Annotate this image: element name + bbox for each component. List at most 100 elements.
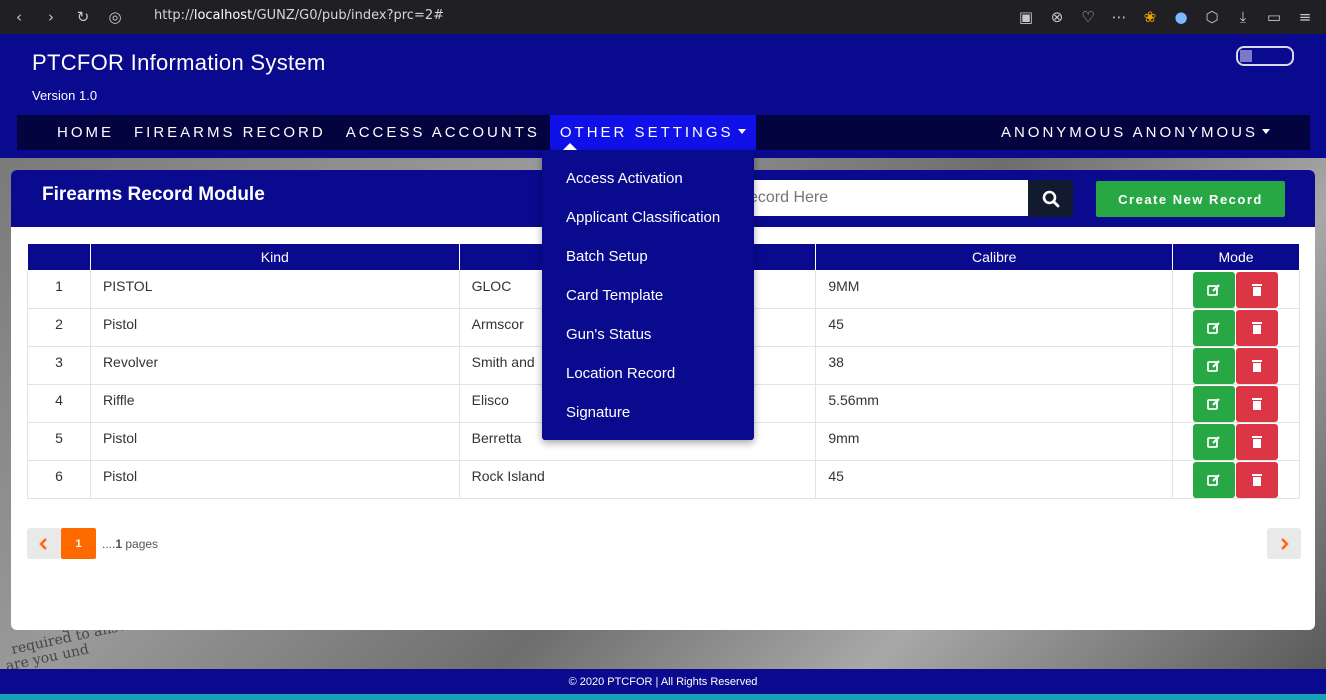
cell-number: 1 <box>27 269 91 309</box>
chevron-left-icon <box>39 537 47 550</box>
menu-item-access-activation[interactable]: Access Activation <box>566 170 683 187</box>
trash-icon <box>1252 474 1263 486</box>
cell-calibre: 9mm <box>815 421 1174 461</box>
cell-number: 5 <box>27 421 91 461</box>
create-new-record-button[interactable]: Create New Record <box>1096 181 1285 217</box>
cube-icon[interactable]: ⬡ <box>1201 6 1223 28</box>
url-scheme: http:// <box>154 8 194 23</box>
nav-other-settings[interactable]: OTHER SETTINGS <box>549 115 756 150</box>
more-icon[interactable]: ⋯ <box>1108 6 1130 28</box>
cell-number: 4 <box>27 383 91 423</box>
cell-mode <box>1172 421 1300 461</box>
edit-icon <box>1207 321 1220 334</box>
trash-icon <box>1252 284 1263 296</box>
nav-access-accounts[interactable]: ACCESS ACCOUNTS <box>336 115 550 150</box>
column-header-mode: Mode <box>1172 244 1300 271</box>
cell-kind: Riffle <box>89 383 460 423</box>
menu-item-applicant-classification[interactable]: Applicant Classification <box>566 209 720 226</box>
cell-number: 2 <box>27 307 91 347</box>
download-icon[interactable]: ⤓ <box>1232 6 1254 28</box>
palette-icon[interactable]: ● <box>1170 6 1192 28</box>
delete-button[interactable] <box>1236 271 1279 308</box>
cell-calibre: 45 <box>815 459 1174 499</box>
edit-icon <box>1207 397 1220 410</box>
module-title: Firearms Record Module <box>42 184 265 205</box>
menu-item-batch-setup[interactable]: Batch Setup <box>566 248 648 265</box>
app-title: PTCFOR Information System <box>32 50 326 75</box>
cell-mode <box>1172 269 1300 309</box>
heart-icon[interactable]: ♡ <box>1077 6 1099 28</box>
edit-button[interactable] <box>1193 423 1236 460</box>
trash-icon <box>1252 360 1263 372</box>
trash-icon <box>1252 398 1263 410</box>
edit-button[interactable] <box>1193 309 1236 346</box>
column-header-kind: Kind <box>89 244 460 271</box>
edit-button[interactable] <box>1193 347 1236 384</box>
edit-icon <box>1207 283 1220 296</box>
cell-number: 3 <box>27 345 91 385</box>
trash-icon <box>1252 436 1263 448</box>
edit-button[interactable] <box>1193 385 1236 422</box>
delete-button[interactable] <box>1236 347 1279 384</box>
search-button[interactable] <box>1028 180 1073 217</box>
address-bar[interactable]: http://localhost/GUNZ/G0/pub/index?prc=2… <box>154 8 444 23</box>
cell-number: 6 <box>27 459 91 499</box>
cell-kind: Pistol <box>89 307 460 347</box>
edit-icon <box>1207 435 1220 448</box>
menu-item-signature[interactable]: Signature <box>566 404 630 421</box>
globe-icon: ◎ <box>108 8 122 26</box>
main-navbar: HOME FIREARMS RECORD ACCESS ACCOUNTS OTH… <box>17 115 1310 150</box>
logo-image <box>1236 46 1294 66</box>
search-icon <box>1042 190 1059 207</box>
reload-icon[interactable]: ↻ <box>72 6 94 28</box>
taskbar-strip <box>0 694 1326 700</box>
edit-icon <box>1207 359 1220 372</box>
cell-calibre: 38 <box>815 345 1174 385</box>
cell-mode <box>1172 383 1300 423</box>
url-host: localhost <box>193 8 253 23</box>
trash-icon <box>1252 322 1263 334</box>
nav-firearms-record[interactable]: FIREARMS RECORD <box>124 115 336 150</box>
delete-button[interactable] <box>1236 423 1279 460</box>
delete-button[interactable] <box>1236 309 1279 346</box>
prev-page-button[interactable] <box>27 528 61 559</box>
forward-icon[interactable]: › <box>40 6 62 28</box>
edit-button[interactable] <box>1193 271 1236 308</box>
nav-user-menu[interactable]: ANONYMOUS ANONYMOUS <box>991 115 1280 150</box>
delete-button[interactable] <box>1236 385 1279 422</box>
cell-kind: Pistol <box>89 421 460 461</box>
cell-calibre: 5.56mm <box>815 383 1174 423</box>
next-page-button[interactable] <box>1267 528 1301 559</box>
nav-home[interactable]: HOME <box>47 115 124 150</box>
cell-kind: Pistol <box>89 459 460 499</box>
cell-mode <box>1172 307 1300 347</box>
color-wheel-icon[interactable]: ❀ <box>1139 6 1161 28</box>
back-icon[interactable]: ‹ <box>8 6 30 28</box>
current-page-button[interactable]: 1 <box>61 528 96 559</box>
url-path: /GUNZ/G0/pub/index?prc=2# <box>252 8 444 23</box>
user-name: ANONYMOUS ANONYMOUS <box>1000 124 1258 141</box>
footer: © 2020 PTCFOR | All Rights Reserved <box>0 669 1326 694</box>
menu-item-guns-status[interactable]: Gun's Status <box>566 326 651 343</box>
edit-button[interactable] <box>1193 461 1236 498</box>
block-icon[interactable]: ⊗ <box>1046 6 1068 28</box>
app-version: Version 1.0 <box>32 88 98 103</box>
menu-item-location-record[interactable]: Location Record <box>566 365 675 382</box>
cell-calibre: 9MM <box>815 269 1174 309</box>
page-info-dots: .... <box>102 536 116 551</box>
menu-item-card-template[interactable]: Card Template <box>566 287 663 304</box>
search-input[interactable] <box>741 180 1028 216</box>
cell-mode <box>1172 459 1300 499</box>
browser-toolbar: ‹ › ↻ ◎ http://localhost/GUNZ/G0/pub/ind… <box>0 0 1326 34</box>
page-info: ....1 pages <box>102 537 158 551</box>
column-header-calibre: Calibre <box>815 244 1174 271</box>
other-settings-dropdown: Access Activation Applicant Classificati… <box>542 143 754 440</box>
menu-icon[interactable]: ≡ <box>1294 6 1316 28</box>
cell-mode <box>1172 345 1300 385</box>
cell-make: Rock Island <box>458 459 817 499</box>
delete-button[interactable] <box>1236 461 1279 498</box>
camera-icon[interactable]: ▣ <box>1015 6 1037 28</box>
caret-down-icon <box>737 128 746 134</box>
table-row: 6 Pistol Rock Island 45 <box>27 459 1300 499</box>
battery-icon[interactable]: ▭ <box>1263 6 1285 28</box>
